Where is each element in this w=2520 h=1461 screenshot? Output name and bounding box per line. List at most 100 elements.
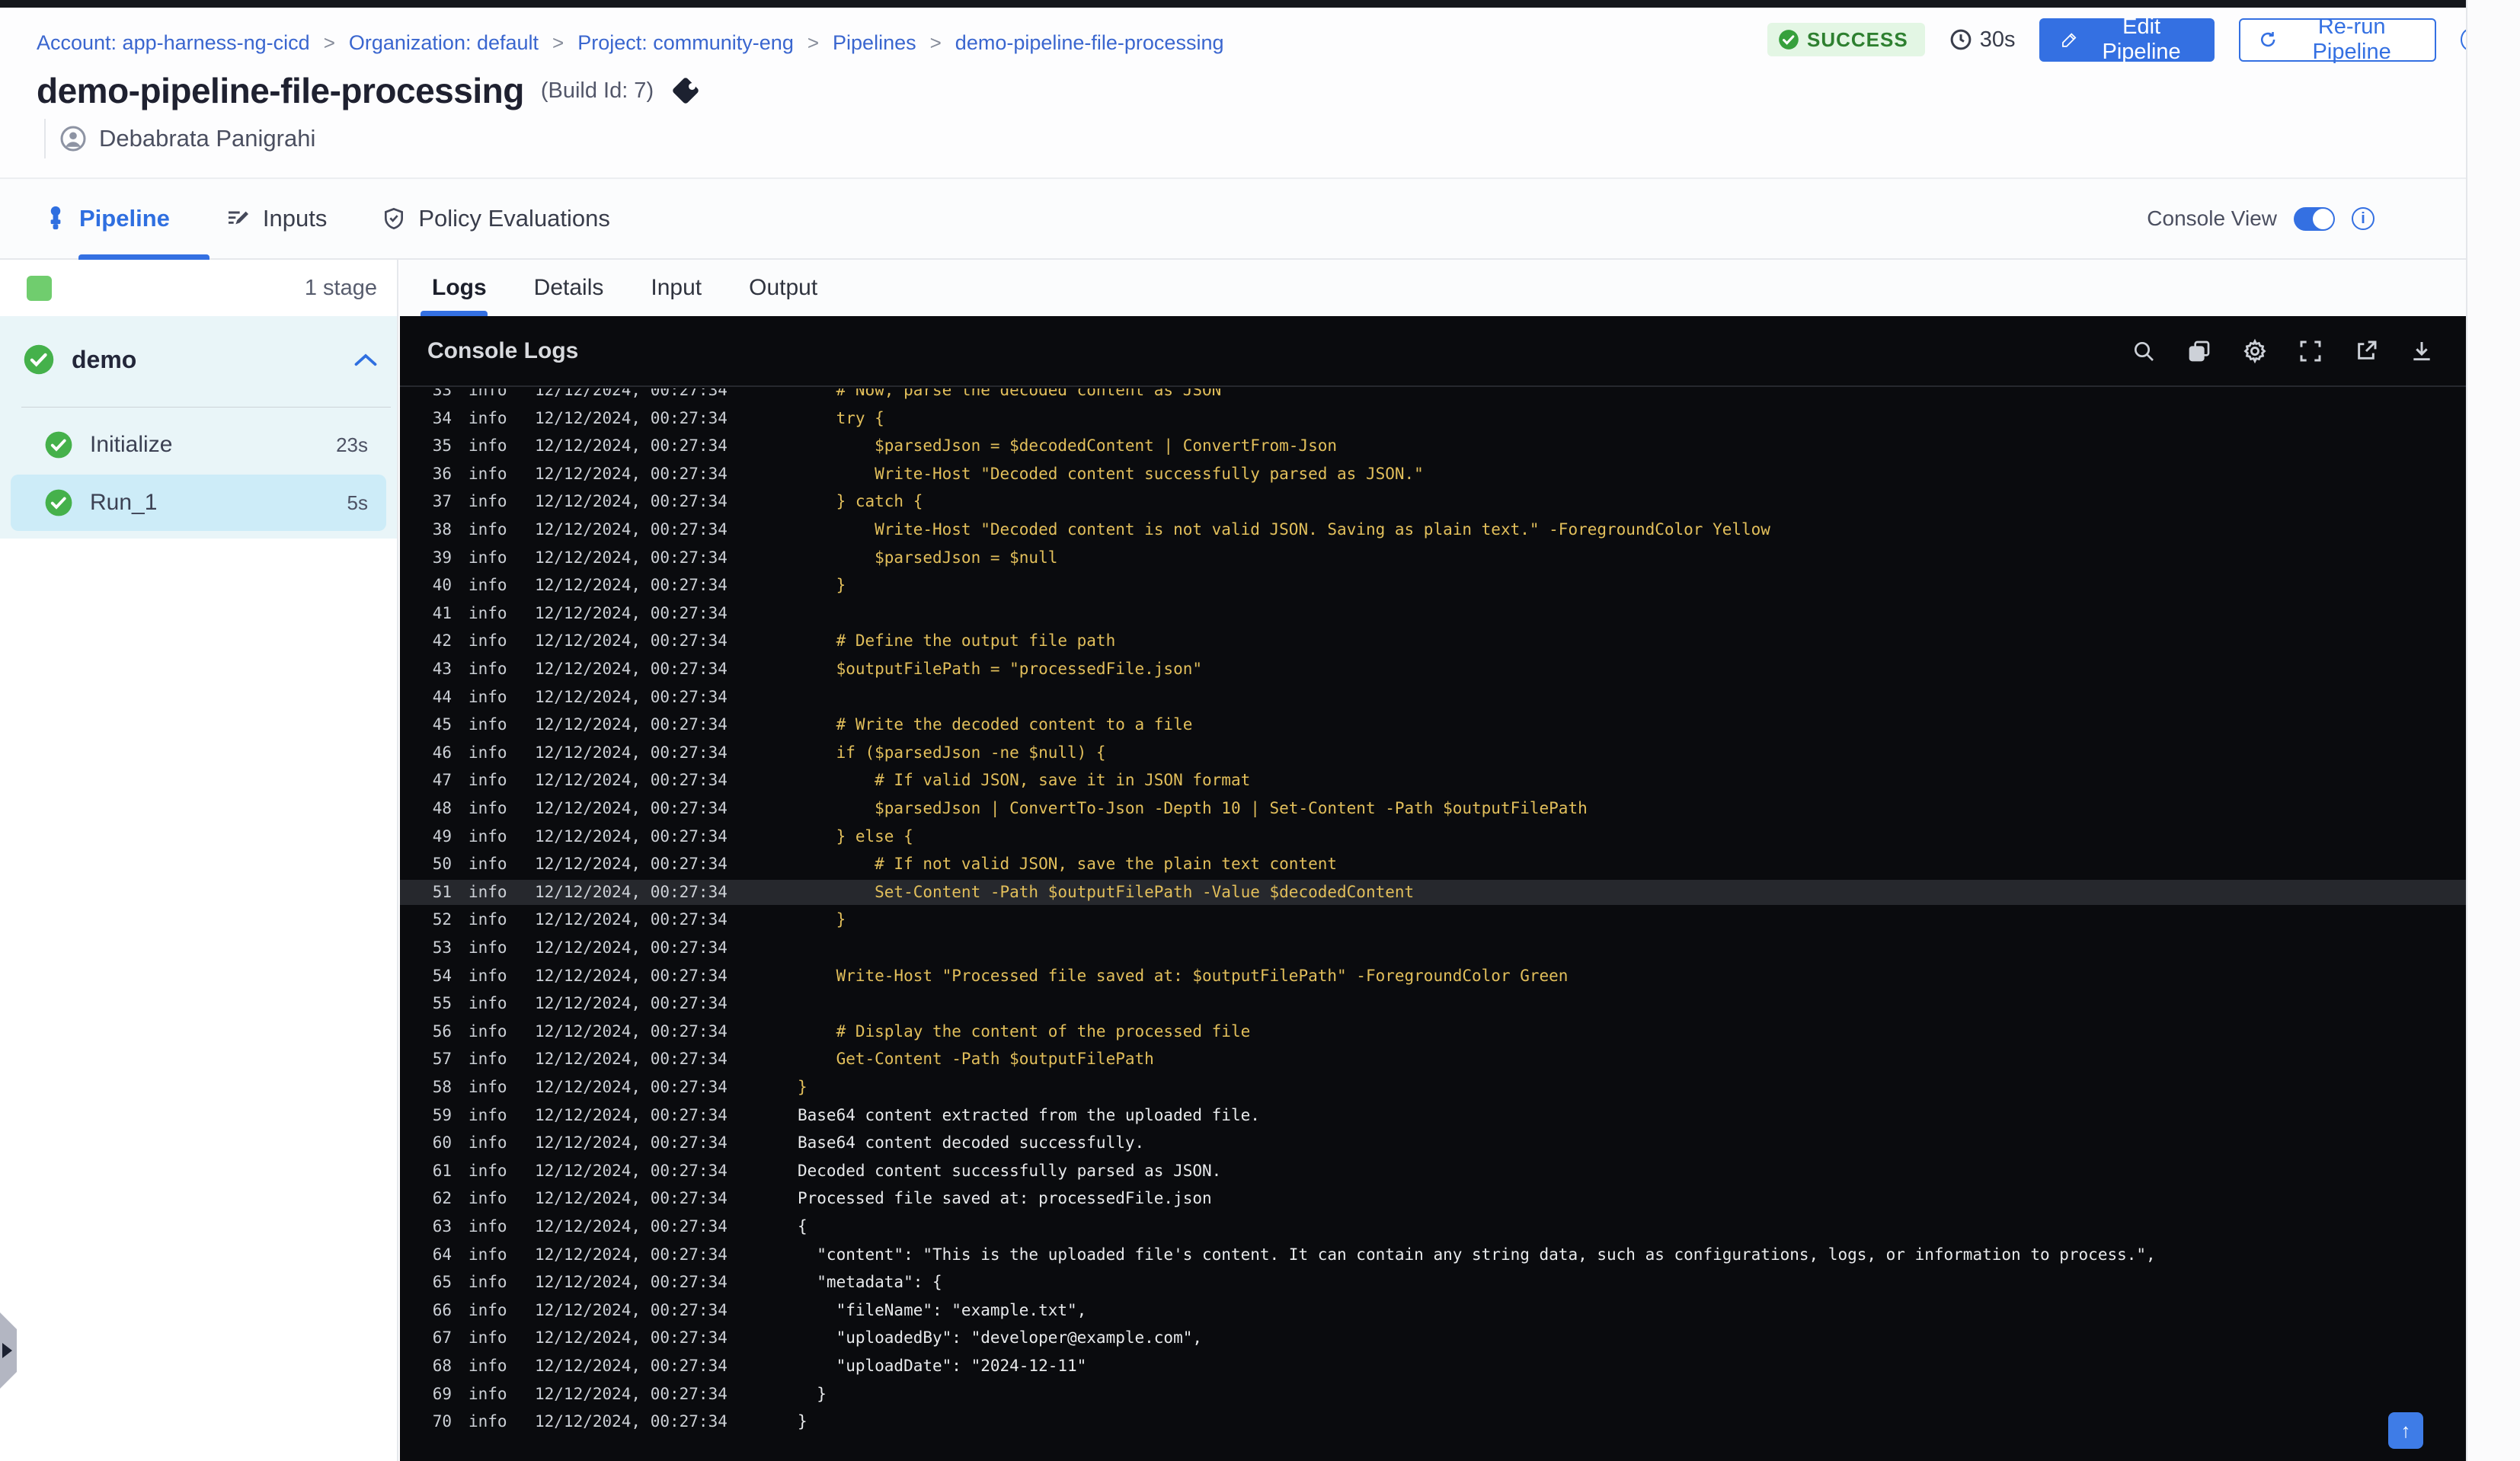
console-tab-details[interactable]: Details xyxy=(531,275,607,301)
log-msg: } xyxy=(798,1412,807,1431)
log-ln: 36 xyxy=(432,464,452,483)
log-ts: 12/12/2024, 00:27:34 xyxy=(535,436,728,456)
step-name: Initialize xyxy=(90,432,173,457)
log-msg: # Define the output file path xyxy=(798,631,1116,651)
log-lvl: info xyxy=(469,436,507,456)
log-lvl: info xyxy=(469,743,507,762)
log-ts: 12/12/2024, 00:27:34 xyxy=(535,1217,728,1236)
log-lvl: info xyxy=(469,826,507,846)
log-msg: Base64 content extracted from the upload… xyxy=(798,1105,1260,1124)
log-ts: 12/12/2024, 00:27:34 xyxy=(535,576,728,595)
log-row: 68 info 12/12/2024, 00:27:34 "uploadDate":… xyxy=(400,1354,2466,1379)
rerun-pipeline-button[interactable]: Re-run Pipeline xyxy=(2239,14,2436,64)
scroll-to-top-button[interactable]: ↑ xyxy=(2388,1412,2423,1449)
console-tab-logs[interactable]: Logs xyxy=(429,275,490,301)
log-ts: 12/12/2024, 00:27:34 xyxy=(535,388,728,399)
fullscreen-icon[interactable] xyxy=(2297,337,2324,365)
log-msg: Write-Host "Decoded content successfully… xyxy=(798,464,1424,483)
breadcrumb-organization[interactable]: Organization: default xyxy=(349,31,539,55)
build-id-label: (Build Id: 7) xyxy=(540,78,654,103)
edit-pipeline-button[interactable]: Edit Pipeline xyxy=(2039,14,2215,64)
log-ln: 41 xyxy=(432,603,452,622)
pencil-icon xyxy=(2062,33,2077,47)
log-ts: 12/12/2024, 00:27:34 xyxy=(535,1133,728,1152)
breadcrumb-project[interactable]: Project: community-eng xyxy=(577,31,794,55)
log-ln: 53 xyxy=(432,938,452,957)
log-msg: Get-Content -Path $outputFilePath xyxy=(798,1050,1154,1069)
log-lvl: info xyxy=(469,408,507,427)
log-ts: 12/12/2024, 00:27:34 xyxy=(535,631,728,651)
log-lvl: info xyxy=(469,1300,507,1319)
log-ln: 58 xyxy=(432,1078,452,1096)
breadcrumb-account[interactable]: Account: app-harness-ng-cicd xyxy=(37,31,310,55)
settings-icon[interactable] xyxy=(2241,337,2269,365)
log-ts: 12/12/2024, 00:27:34 xyxy=(535,938,728,957)
log-msg: } catch { xyxy=(798,492,923,511)
log-lvl: info xyxy=(469,492,507,511)
breadcrumb-pipelines[interactable]: Pipelines xyxy=(833,31,916,55)
log-msg: $parsedJson | ConvertTo-Json -Depth 10 |… xyxy=(798,799,1588,817)
log-ts: 12/12/2024, 00:27:34 xyxy=(535,715,728,734)
chevron-up-icon[interactable] xyxy=(354,352,377,367)
log-ts: 12/12/2024, 00:27:34 xyxy=(535,966,728,985)
log-ts: 12/12/2024, 00:27:34 xyxy=(535,994,728,1013)
log-msg: "uploadedBy": "developer@example.com", xyxy=(798,1328,1203,1348)
copy-icon[interactable] xyxy=(2186,337,2213,365)
log-ln: 38 xyxy=(432,520,452,539)
stage-status-square xyxy=(27,275,52,301)
user-name: Debabrata Panigrahi xyxy=(99,125,316,152)
console-tab-input[interactable]: Input xyxy=(648,275,705,301)
log-ts: 12/12/2024, 00:27:34 xyxy=(535,1300,728,1319)
step-row-run-1[interactable]: Run_1 5s xyxy=(11,475,386,531)
download-icon[interactable] xyxy=(2408,337,2435,365)
search-icon[interactable] xyxy=(2130,337,2157,365)
open-in-new-icon[interactable] xyxy=(2352,337,2380,365)
rerun-icon xyxy=(2261,31,2275,47)
log-lvl: info xyxy=(469,938,507,957)
top-loading-bar xyxy=(0,0,2466,8)
log-ts: 12/12/2024, 00:27:34 xyxy=(535,1021,728,1041)
console-view-info-icon[interactable]: i xyxy=(2352,207,2374,230)
log-row: 38 info 12/12/2024, 00:27:34 Write-Host "D… xyxy=(400,517,2466,542)
log-lvl: info xyxy=(469,966,507,985)
pipeline-icon xyxy=(50,206,61,230)
log-lvl: info xyxy=(469,799,507,817)
stage-row-demo[interactable]: demo xyxy=(23,331,377,388)
step-duration: 23s xyxy=(336,433,368,456)
console-tab-output[interactable]: Output xyxy=(746,275,820,301)
log-ln: 34 xyxy=(432,408,452,427)
log-row: 66 info 12/12/2024, 00:27:34 "fileName": "… xyxy=(400,1298,2466,1323)
log-row: 57 info 12/12/2024, 00:27:34 Get-Content -… xyxy=(400,1047,2466,1072)
log-msg: Base64 content decoded successfully. xyxy=(798,1133,1145,1152)
log-lvl: info xyxy=(469,603,507,622)
log-lvl: info xyxy=(469,1357,507,1375)
tab-policy-evaluations[interactable]: Policy Evaluations xyxy=(382,205,610,232)
step-success-icon xyxy=(45,489,72,516)
log-lvl: info xyxy=(469,631,507,651)
console-header: Console Logs xyxy=(400,316,2466,387)
log-rows[interactable]: 33 info 12/12/2024, 00:27:34 # Now, parse … xyxy=(400,388,2466,1461)
log-ts: 12/12/2024, 00:27:34 xyxy=(535,1161,728,1180)
tab-pipeline[interactable]: Pipeline xyxy=(44,205,209,260)
log-msg: # Display the content of the processed f… xyxy=(798,1021,1251,1041)
console-view-toggle[interactable] xyxy=(2294,206,2335,231)
log-msg: "fileName": "example.txt", xyxy=(798,1300,1087,1319)
log-row: 39 info 12/12/2024, 00:27:34 $parsedJson =… xyxy=(400,545,2466,571)
sidebar-expand-handle[interactable] xyxy=(0,1312,17,1389)
log-row: 41 info 12/12/2024, 00:27:34 xyxy=(400,601,2466,626)
harness-diamond-icon[interactable] xyxy=(670,75,701,106)
log-msg: "metadata": { xyxy=(798,1273,942,1292)
log-lvl: info xyxy=(469,882,507,901)
pipeline-title-row: demo-pipeline-file-processing (Build Id:… xyxy=(37,70,701,111)
breadcrumb-current-pipeline[interactable]: demo-pipeline-file-processing xyxy=(955,31,1224,55)
log-msg: "content": "This is the uploaded file's … xyxy=(798,1245,2156,1264)
log-lvl: info xyxy=(469,715,507,734)
tab-inputs[interactable]: Inputs xyxy=(225,205,327,232)
log-msg: # Write the decoded content to a file xyxy=(798,715,1193,734)
log-ln: 64 xyxy=(432,1245,452,1264)
step-row-initialize[interactable]: Initialize 23s xyxy=(11,417,386,473)
log-ln: 61 xyxy=(432,1161,452,1180)
log-row: 54 info 12/12/2024, 00:27:34 Write-Host "P… xyxy=(400,964,2466,989)
log-row: 46 info 12/12/2024, 00:27:34 if ($parsedJs… xyxy=(400,740,2466,766)
log-ln: 69 xyxy=(432,1384,452,1403)
